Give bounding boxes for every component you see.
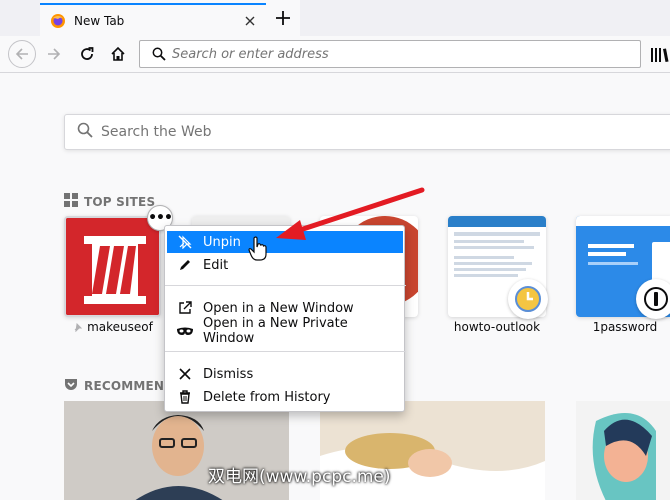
top-site-label-howto-outlook: howto-outlook bbox=[453, 320, 541, 334]
illustration-photo bbox=[576, 401, 670, 500]
tile-context-menu: Unpin Edit Open in a New Window Open in … bbox=[164, 225, 406, 412]
reload-icon bbox=[81, 47, 94, 60]
pencil-icon bbox=[177, 257, 193, 273]
navigation-bar bbox=[0, 36, 670, 73]
firefox-icon bbox=[50, 13, 66, 29]
home-icon bbox=[111, 46, 125, 61]
close-icon bbox=[177, 366, 193, 382]
menu-item-label: Open in a New Private Window bbox=[203, 316, 348, 346]
outlook-favicon-icon bbox=[508, 279, 548, 319]
menu-item-dismiss[interactable]: Dismiss bbox=[167, 363, 403, 385]
tabstrip-empty bbox=[300, 0, 670, 36]
menu-item-open-private-window[interactable]: Open in a New Private Window bbox=[167, 316, 403, 346]
1password-favicon-icon bbox=[636, 279, 670, 319]
address-bar[interactable] bbox=[139, 40, 641, 68]
menu-separator bbox=[165, 351, 406, 352]
tabstrip-left bbox=[0, 0, 40, 36]
forward-arrow-icon bbox=[48, 48, 61, 60]
search-icon bbox=[146, 47, 172, 61]
web-search-input[interactable] bbox=[101, 124, 670, 140]
recommended-title: RECOMMEND bbox=[84, 378, 175, 393]
private-mask-icon bbox=[177, 323, 193, 339]
top-sites-title: TOP SITES bbox=[84, 194, 156, 209]
menu-item-delete-history[interactable]: Delete from History bbox=[167, 386, 403, 408]
menu-item-unpin[interactable]: Unpin bbox=[167, 231, 403, 253]
top-site-label-makeuseof: makeuseof bbox=[64, 320, 162, 335]
recommended-header[interactable]: RECOMMEND bbox=[64, 377, 174, 394]
back-button[interactable] bbox=[8, 40, 36, 68]
hand-cursor-icon bbox=[248, 236, 267, 261]
menu-item-label: Unpin bbox=[203, 234, 241, 250]
watermark-text: 双电网(www.pcpc.me) bbox=[208, 467, 391, 487]
menu-item-edit[interactable]: Edit bbox=[167, 254, 403, 276]
search-icon bbox=[77, 122, 93, 142]
tab-new-tab[interactable]: New Tab bbox=[40, 3, 266, 36]
menu-item-label: Delete from History bbox=[203, 389, 331, 405]
top-site-tile-makeuseof[interactable] bbox=[64, 216, 161, 317]
trash-icon bbox=[177, 389, 193, 405]
top-sites-header[interactable]: TOP SITES bbox=[64, 193, 155, 210]
new-tab-button[interactable] bbox=[270, 5, 296, 31]
makeuseof-logo-icon bbox=[66, 218, 159, 315]
tab-title: New Tab bbox=[74, 13, 125, 28]
recommended-card-3[interactable] bbox=[576, 401, 670, 500]
library-icon[interactable] bbox=[650, 47, 670, 63]
menu-separator bbox=[165, 285, 406, 286]
pocket-icon bbox=[64, 377, 78, 394]
top-site-label-1password: 1password bbox=[592, 320, 658, 334]
back-arrow-icon bbox=[15, 48, 28, 60]
unpin-icon bbox=[177, 234, 193, 250]
menu-item-label: Dismiss bbox=[203, 366, 254, 382]
web-search-box[interactable] bbox=[64, 114, 670, 150]
forward-button[interactable] bbox=[40, 40, 68, 68]
new-window-icon bbox=[177, 300, 193, 316]
home-button[interactable] bbox=[104, 40, 132, 68]
close-tab-icon[interactable] bbox=[240, 11, 260, 31]
grid-icon bbox=[64, 193, 78, 210]
menu-item-label: Edit bbox=[203, 257, 229, 273]
reload-button[interactable] bbox=[73, 40, 101, 68]
pin-icon bbox=[73, 321, 83, 335]
menu-item-label: Open in a New Window bbox=[203, 300, 354, 316]
address-input[interactable] bbox=[172, 46, 640, 62]
